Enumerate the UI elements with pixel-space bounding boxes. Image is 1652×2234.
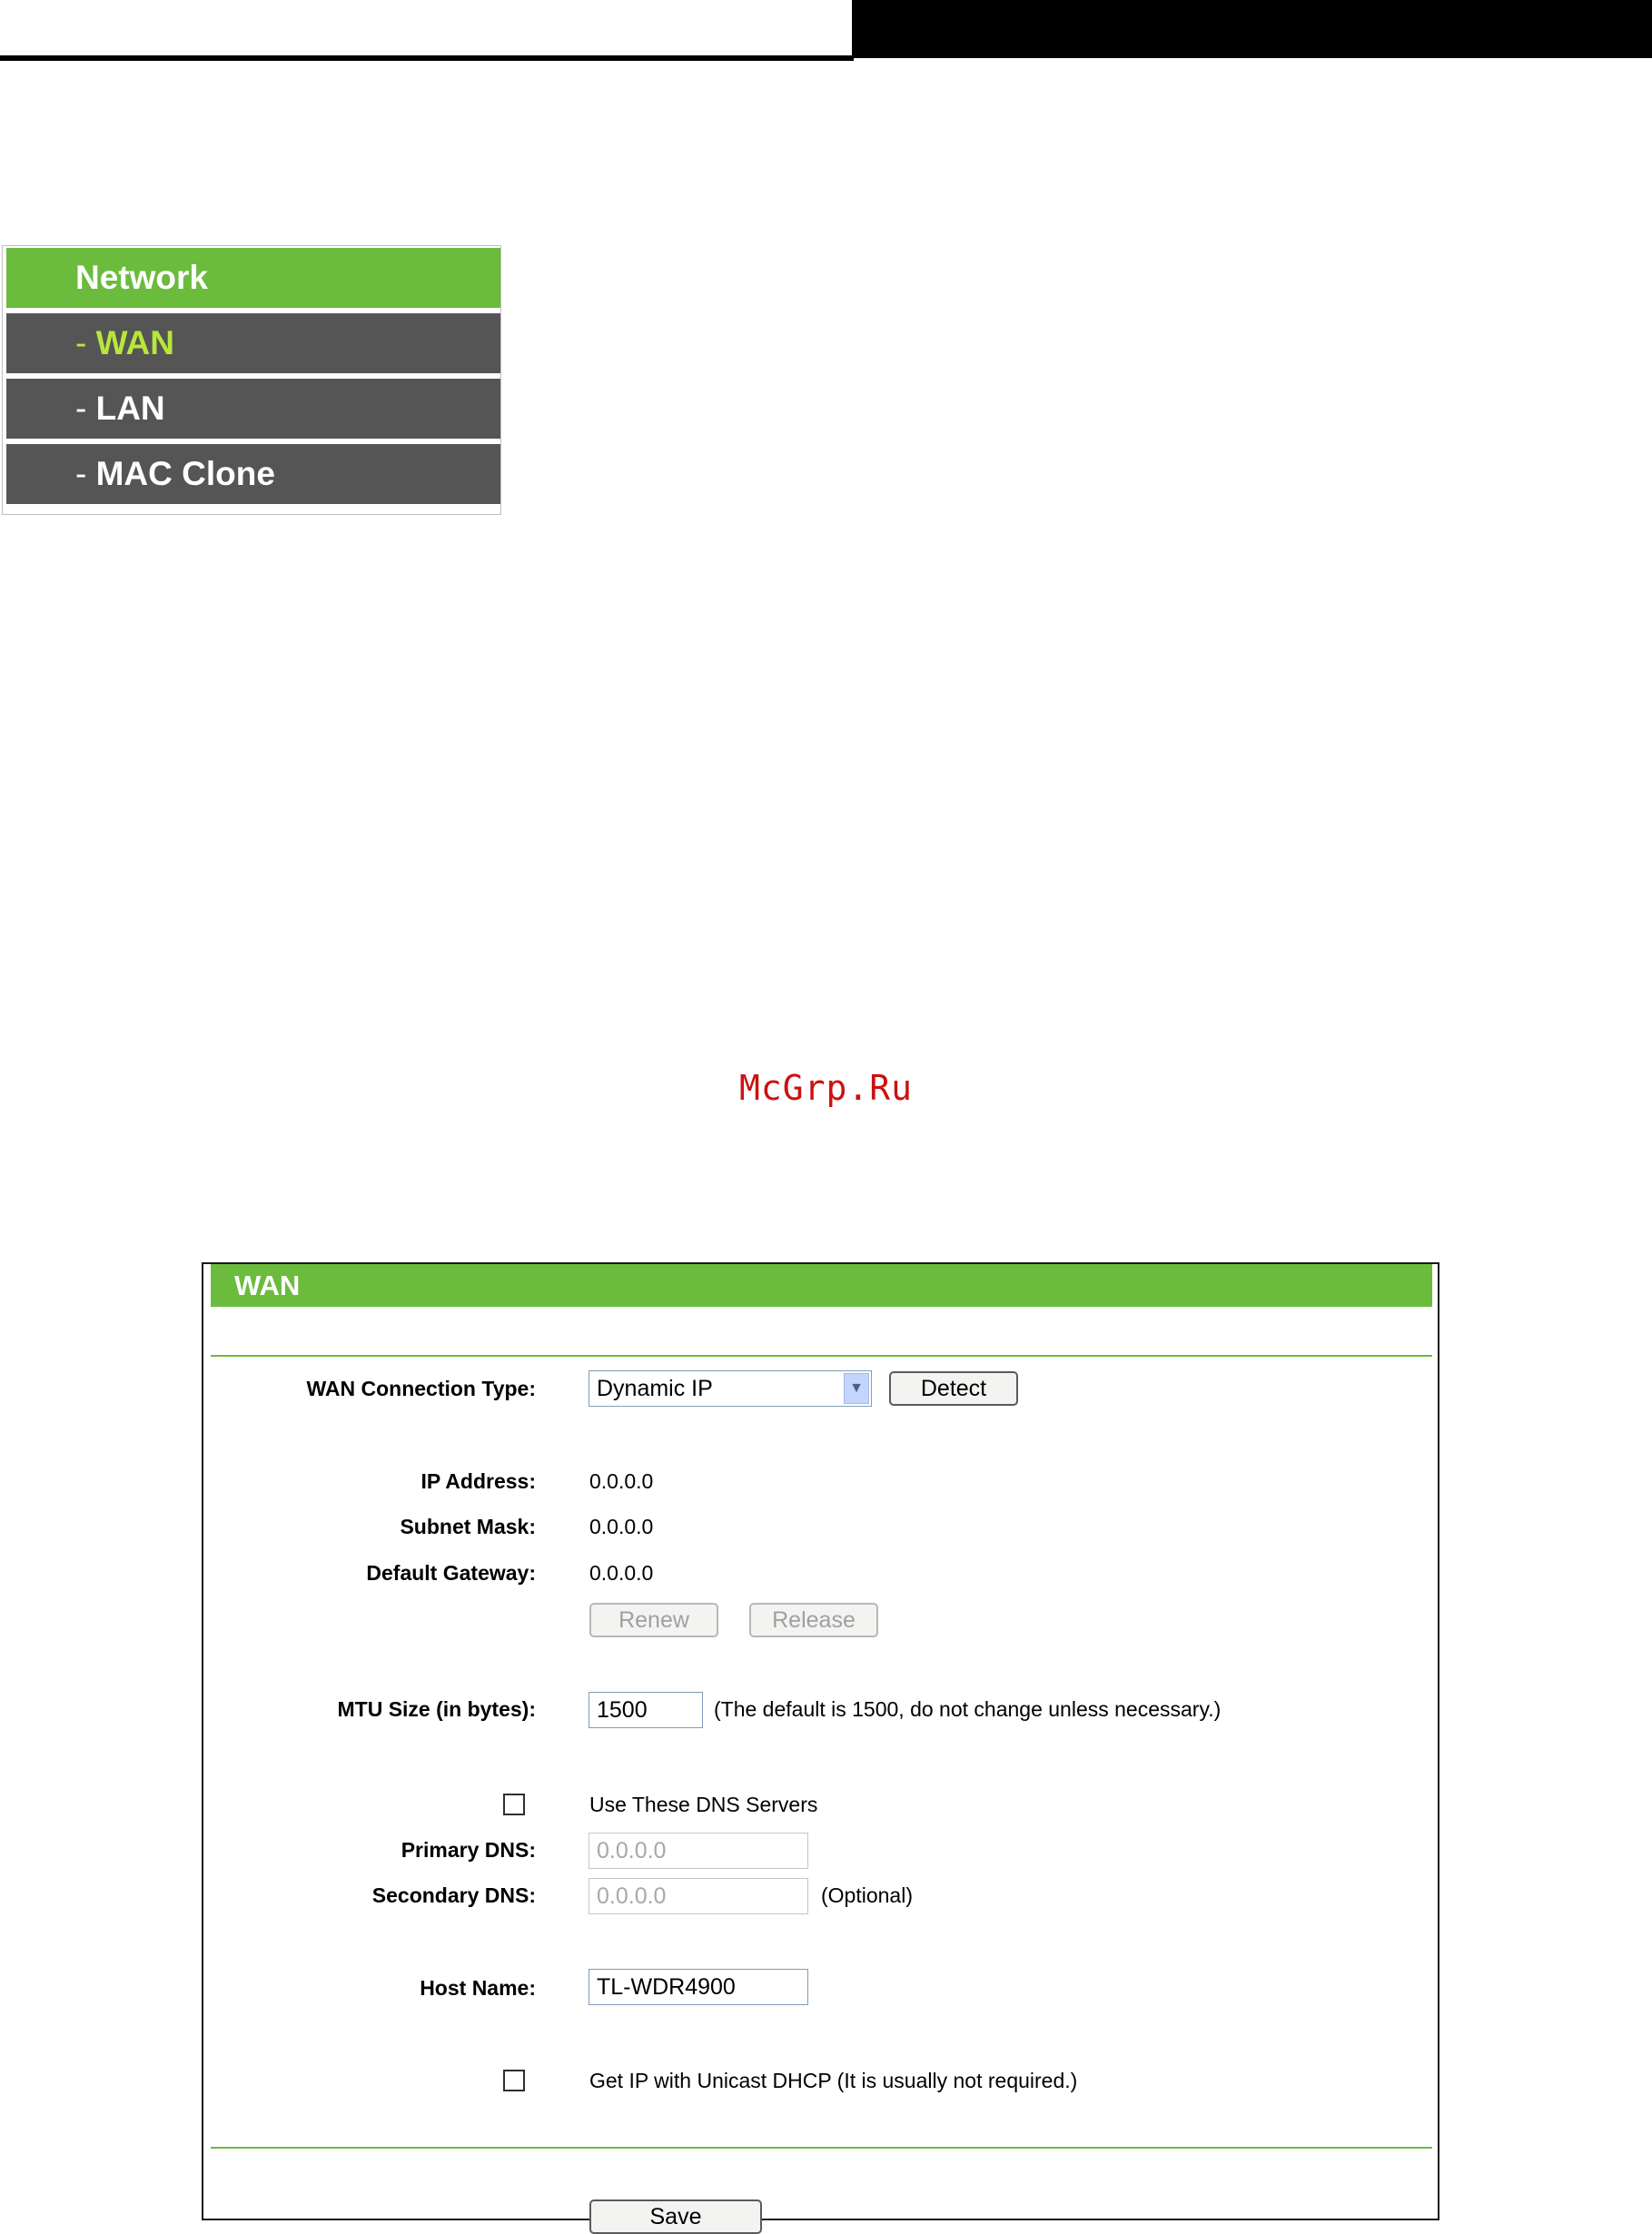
watermark: McGrp.Ru	[738, 1068, 914, 1108]
menu-item-dash: -	[75, 455, 96, 492]
use-dns-checkbox[interactable]	[503, 1794, 525, 1815]
unicast-dhcp-label: Get IP with Unicast DHCP (It is usually …	[589, 2069, 1078, 2092]
connection-type-select[interactable]: Dynamic IP ▼	[589, 1370, 872, 1407]
menu-header-label: Network	[75, 259, 208, 296]
menu-item-label: MAC Clone	[95, 455, 275, 492]
detect-button[interactable]: Detect	[889, 1371, 1018, 1406]
unicast-dhcp-checkbox[interactable]	[503, 2070, 525, 2091]
host-name-input[interactable]: TL-WDR4900	[589, 1969, 808, 2005]
header-black-bar	[852, 0, 1652, 58]
renew-button[interactable]: Renew	[589, 1603, 718, 1637]
menu-item-label: LAN	[95, 390, 165, 427]
secondary-dns-input[interactable]: 0.0.0.0	[589, 1878, 808, 1914]
connection-type-value: Dynamic IP	[597, 1376, 713, 1401]
menu-item-lan[interactable]: - LAN	[6, 379, 500, 439]
mtu-input[interactable]: 1500	[589, 1692, 703, 1728]
host-name-label: Host Name:	[420, 1976, 536, 2000]
top-separator	[211, 1355, 1432, 1357]
connection-type-label: WAN Connection Type:	[306, 1377, 536, 1400]
wan-panel: WAN WAN Connection Type: Dynamic IP ▼ De…	[202, 1262, 1439, 2234]
ip-address-label: IP Address:	[420, 1469, 536, 1493]
mtu-label: MTU Size (in bytes):	[337, 1697, 536, 1721]
menu-item-dash: -	[75, 390, 96, 427]
default-gateway-label: Default Gateway:	[366, 1561, 536, 1585]
menu-item-wan[interactable]: - WAN	[6, 313, 500, 373]
menu-item-label: WAN	[95, 324, 174, 361]
menu-item-dash: -	[75, 324, 96, 361]
network-menu: Network - WAN - LAN - MAC Clone	[2, 245, 501, 515]
primary-dns-label: Primary DNS:	[401, 1838, 536, 1862]
menu-item-mac-clone[interactable]: - MAC Clone	[6, 444, 500, 504]
default-gateway-value: 0.0.0.0	[589, 1561, 654, 1585]
panel-title: WAN	[211, 1264, 1432, 1307]
primary-dns-input[interactable]: 0.0.0.0	[589, 1833, 808, 1869]
subnet-mask-value: 0.0.0.0	[589, 1515, 654, 1538]
save-button[interactable]: Save	[589, 2199, 762, 2234]
header-rule	[0, 55, 854, 61]
secondary-dns-label: Secondary DNS:	[371, 1883, 536, 1907]
ip-address-value: 0.0.0.0	[589, 1469, 654, 1493]
mtu-note: (The default is 1500, do not change unle…	[714, 1697, 1222, 1721]
subnet-mask-label: Subnet Mask:	[400, 1515, 536, 1538]
menu-header-network[interactable]: Network	[6, 248, 500, 308]
chevron-down-icon[interactable]: ▼	[844, 1373, 869, 1404]
bottom-separator	[211, 2147, 1432, 2149]
use-dns-label: Use These DNS Servers	[589, 1793, 818, 1816]
optional-note: (Optional)	[821, 1883, 913, 1907]
release-button[interactable]: Release	[749, 1603, 878, 1637]
